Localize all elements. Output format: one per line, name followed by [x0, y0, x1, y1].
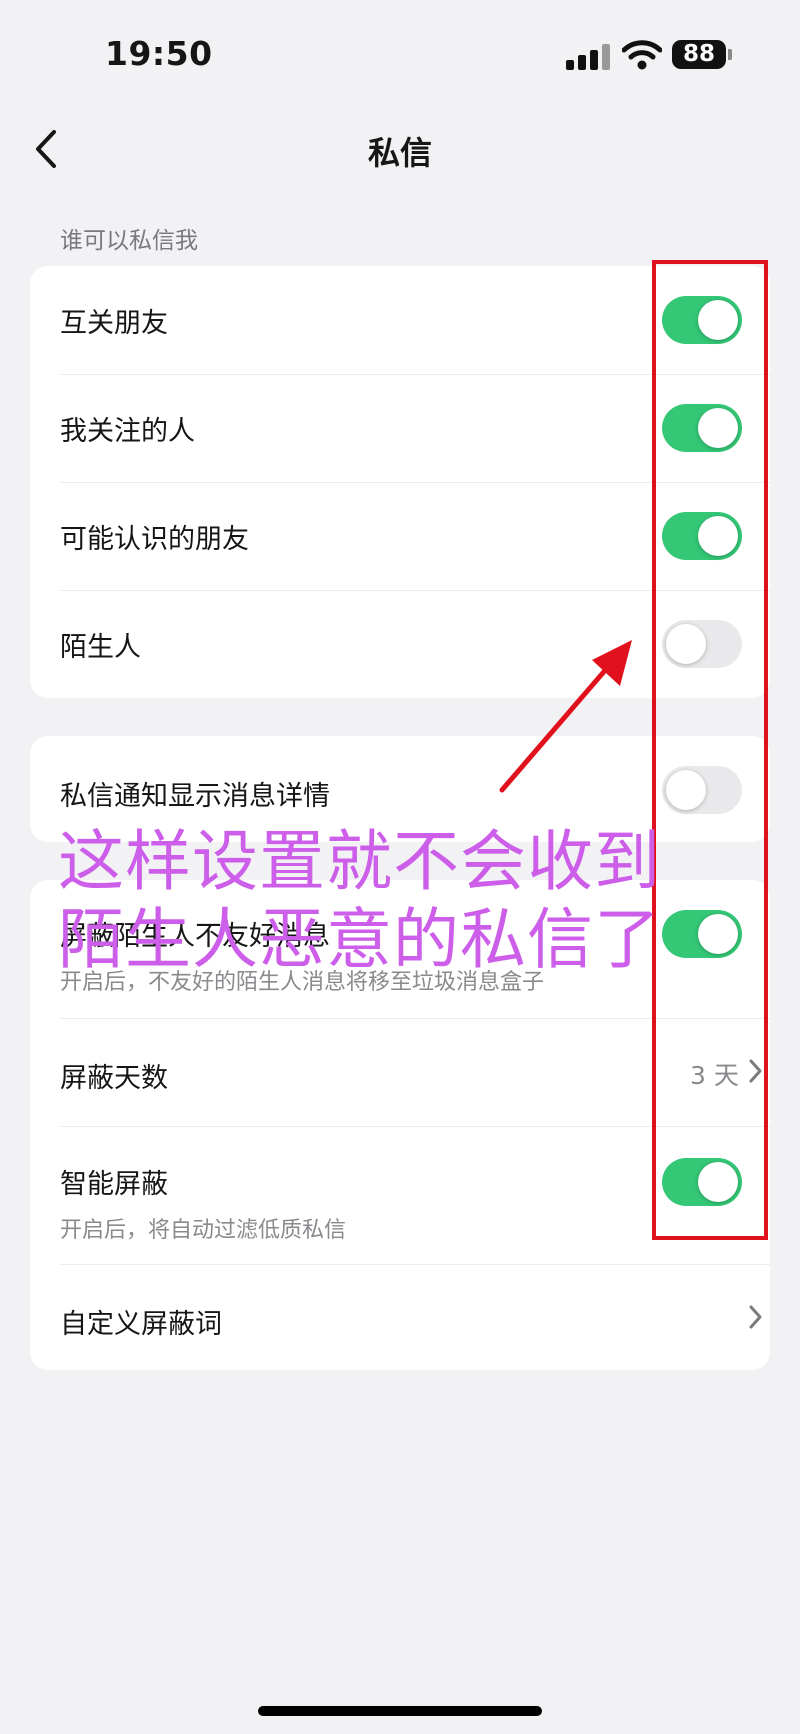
setting-label: 互关朋友: [60, 308, 168, 339]
toggle-knob: [698, 300, 738, 340]
toggle-knob: [666, 624, 706, 664]
setting-row-notification-detail[interactable]: 私信通知显示消息详情: [30, 736, 770, 842]
toggle-switch[interactable]: [662, 1158, 742, 1206]
chevron-right-icon: [749, 1305, 762, 1329]
setting-row-block-days[interactable]: 屏蔽天数 3 天: [30, 1018, 770, 1126]
setting-label: 私信通知显示消息详情: [60, 781, 330, 812]
toggle-switch[interactable]: [662, 620, 742, 668]
block-settings-card: 屏蔽陌生人不友好消息 开启后，不友好的陌生人消息将移至垃圾消息盒子 屏蔽天数 3…: [30, 880, 770, 1370]
setting-label: 屏蔽陌生人不友好消息: [60, 921, 330, 952]
setting-label: 自定义屏蔽词: [60, 1309, 222, 1340]
setting-description: 开启后，将自动过滤低质私信: [60, 1218, 347, 1243]
setting-row-following[interactable]: 我关注的人: [30, 374, 770, 482]
setting-row-block-unfriendly[interactable]: 屏蔽陌生人不友好消息 开启后，不友好的陌生人消息将移至垃圾消息盒子: [30, 880, 770, 1018]
setting-description: 开启后，不友好的陌生人消息将移至垃圾消息盒子: [60, 970, 545, 995]
toggle-switch[interactable]: [662, 910, 742, 958]
setting-row-smart-block[interactable]: 智能屏蔽 开启后，将自动过滤低质私信: [30, 1126, 770, 1264]
notification-card: 私信通知显示消息详情: [30, 736, 770, 842]
block-days-value: 3 天: [690, 1061, 739, 1090]
status-time: 19:50: [105, 34, 213, 73]
toggle-knob: [698, 914, 738, 954]
setting-label: 我关注的人: [60, 416, 195, 447]
battery-icon: 88: [672, 40, 726, 69]
toggle-knob: [698, 408, 738, 448]
who-can-message-card: 互关朋友 我关注的人 可能认识的朋友 陌生人: [30, 266, 770, 698]
setting-row-may-know[interactable]: 可能认识的朋友: [30, 482, 770, 590]
app-root: 19:50 88 私信 谁可以私信我 互关朋友 我关注的人 可能认识的朋友 陌生…: [0, 0, 800, 1734]
toggle-switch[interactable]: [662, 512, 742, 560]
toggle-switch[interactable]: [662, 296, 742, 344]
page-title: 私信: [367, 134, 432, 172]
battery-cap: [728, 49, 732, 60]
setting-label: 智能屏蔽: [60, 1169, 168, 1200]
home-indicator: [258, 1706, 542, 1716]
toggle-knob: [698, 516, 738, 556]
toggle-switch[interactable]: [662, 766, 742, 814]
toggle-knob: [698, 1162, 738, 1202]
nav-bar: 私信: [0, 110, 800, 190]
section-label-who-can-message: 谁可以私信我: [60, 228, 198, 254]
toggle-knob: [666, 770, 706, 810]
status-bar: 19:50 88: [0, 0, 800, 110]
setting-label: 陌生人: [60, 632, 141, 663]
toggle-switch[interactable]: [662, 404, 742, 452]
wifi-icon: [622, 40, 662, 70]
setting-row-strangers[interactable]: 陌生人: [30, 590, 770, 698]
setting-label: 屏蔽天数: [60, 1063, 168, 1094]
chevron-right-icon: [749, 1059, 762, 1083]
setting-row-mutual-friends[interactable]: 互关朋友: [30, 266, 770, 374]
cellular-signal-icon: [566, 44, 610, 70]
setting-row-custom-block-words[interactable]: 自定义屏蔽词: [30, 1264, 770, 1370]
setting-label: 可能认识的朋友: [60, 524, 249, 555]
